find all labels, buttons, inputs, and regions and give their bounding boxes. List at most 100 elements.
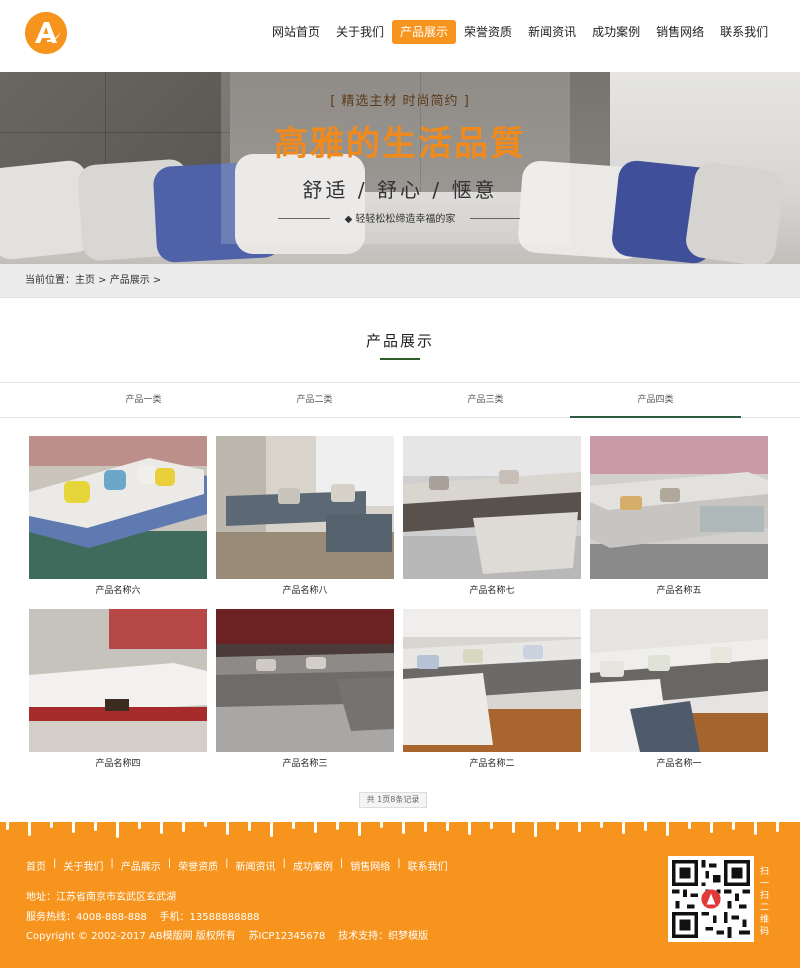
tab-category-2[interactable]: 产品二类 (229, 383, 400, 418)
breadcrumb-home-link[interactable]: 主页 (75, 275, 95, 286)
footer-link-home[interactable]: 首页 (26, 858, 46, 873)
footer-drip (468, 822, 471, 835)
footer-link-honors[interactable]: 荣誉资质 (178, 858, 218, 873)
product-image[interactable] (403, 436, 581, 579)
breadcrumb-separator: > (149, 275, 162, 286)
product-name[interactable]: 产品名称二 (403, 756, 581, 769)
product-name[interactable]: 产品名称七 (403, 583, 581, 596)
nav-item-news[interactable]: 新闻资讯 (520, 20, 584, 44)
footer-drip (688, 822, 691, 829)
product-image[interactable] (590, 609, 768, 752)
footer-drip (578, 822, 581, 832)
footer-drip (336, 822, 339, 830)
nav-item-cases[interactable]: 成功案例 (584, 20, 648, 44)
footer-hotline: 服务热线：4008-888-888 手机：13588888888 (26, 912, 260, 923)
breadcrumb-prefix: 当前位置： (25, 275, 75, 286)
nav-item-products[interactable]: 产品展示 (392, 20, 457, 44)
footer-nav-separator: | (282, 858, 286, 869)
footer-drip (600, 822, 603, 828)
footer-drip (314, 822, 317, 833)
page-title: 产品展示 (365, 332, 434, 350)
footer-address: 地址：江苏省南京市玄武区玄武湖 (26, 892, 176, 903)
footer-drip (424, 822, 427, 832)
footer-nav-separator: | (397, 858, 401, 869)
product-name[interactable]: 产品名称八 (216, 583, 394, 596)
footer-drip (204, 822, 207, 827)
footer-nav: 首页 | 关于我们 | 产品展示 | 荣誉资质 | 新闻资讯 | 成功案例 | … (26, 858, 448, 873)
product-image[interactable] (29, 609, 207, 752)
footer-drip (6, 822, 9, 830)
nav-item-home[interactable]: 网站首页 (264, 20, 328, 44)
footer-drip (138, 822, 141, 829)
hero-banner: [ 精选主材 时尚简约 ] 高雅的生活品質 舒适 / 舒心 / 惬意 ◆ 轻轻松… (0, 72, 800, 264)
footer-drip (556, 822, 559, 830)
nav-item-contact[interactable]: 联系我们 (712, 20, 776, 44)
footer-drip (72, 822, 75, 833)
footer-link-contact[interactable]: 联系我们 (408, 858, 448, 873)
footer-link-sales-network[interactable]: 销售网络 (350, 858, 390, 873)
footer-nav-separator: | (225, 858, 229, 869)
pagination-info: 共 1页8条记录 (359, 792, 427, 808)
footer-drip (710, 822, 713, 833)
footer-drip (446, 822, 449, 831)
footer-nav-separator: | (167, 858, 172, 869)
banner-subheadline: 舒适 / 舒心 / 惬意 (302, 178, 498, 202)
footer-nav-separator: | (110, 858, 114, 869)
footer-link-cases[interactable]: 成功案例 (293, 858, 333, 873)
footer-link-news[interactable]: 新闻资讯 (236, 858, 276, 873)
footer-drip (644, 822, 647, 831)
footer-drip (622, 822, 625, 834)
footer-nav-separator: | (339, 858, 344, 869)
footer-drip (50, 822, 53, 828)
nav-item-about[interactable]: 关于我们 (328, 20, 392, 44)
footer-drip (402, 822, 405, 834)
footer-drip (94, 822, 97, 831)
product-image[interactable] (216, 609, 394, 752)
footer-link-products[interactable]: 产品展示 (121, 858, 161, 873)
banner-tagline: [ 精选主材 时尚简约 ] (330, 94, 470, 109)
nav-item-sales-network[interactable]: 销售网络 (648, 20, 712, 44)
tab-category-3[interactable]: 产品三类 (400, 383, 571, 418)
footer-drip (248, 822, 251, 831)
footer-drip (534, 822, 537, 837)
footer-drip (732, 822, 735, 830)
qr-code-icon (668, 856, 754, 942)
site-footer: 首页 | 关于我们 | 产品展示 | 荣誉资质 | 新闻资讯 | 成功案例 | … (0, 822, 800, 968)
tab-category-4[interactable]: 产品四类 (570, 383, 741, 418)
nav-item-honors[interactable]: 荣誉资质 (456, 20, 520, 44)
product-name[interactable]: 产品名称六 (29, 583, 207, 596)
breadcrumb-separator: > (95, 275, 110, 286)
title-underline (380, 358, 420, 360)
product-image[interactable] (403, 609, 581, 752)
footer-drip (490, 822, 493, 829)
banner-caption: ◆ 轻轻松松缔造幸福的家 (344, 214, 456, 225)
product-name[interactable]: 产品名称三 (216, 756, 394, 769)
footer-drip (666, 822, 669, 836)
product-name[interactable]: 产品名称五 (590, 583, 768, 596)
footer-drip (754, 822, 757, 835)
breadcrumb: 当前位置： 主页 > 产品展示 > (0, 264, 800, 298)
product-name[interactable]: 产品名称一 (590, 756, 768, 769)
product-image[interactable] (216, 436, 394, 579)
footer-drip (358, 822, 361, 836)
product-image[interactable] (590, 436, 768, 579)
footer-drip (182, 822, 185, 832)
main-nav: 网站首页 关于我们 产品展示 荣誉资质 新闻资讯 成功案例 销售网络 联系我们 (264, 20, 776, 44)
product-image[interactable] (29, 436, 207, 579)
footer-drip (28, 822, 31, 836)
footer-drip (776, 822, 779, 832)
tab-category-1[interactable]: 产品一类 (58, 383, 229, 418)
footer-drip (226, 822, 229, 835)
footer-nav-separator: | (53, 858, 57, 869)
breadcrumb-current-link[interactable]: 产品展示 (110, 275, 150, 286)
footer-drip (380, 822, 383, 828)
banner-headline: 高雅的生活品質 (274, 124, 526, 164)
site-header: 网站首页 关于我们 产品展示 荣誉资质 新闻资讯 成功案例 销售网络 联系我们 (0, 0, 800, 72)
footer-copyright: Copyright © 2002-2017 AB模版网 版权所有 苏ICP123… (26, 931, 429, 942)
footer-drip (292, 822, 295, 829)
footer-link-about[interactable]: 关于我们 (63, 858, 103, 873)
product-name[interactable]: 产品名称四 (29, 756, 207, 769)
footer-drip (512, 822, 515, 833)
qr-label: 扫一扫二维码 (760, 867, 770, 937)
logo-icon[interactable] (25, 12, 67, 54)
